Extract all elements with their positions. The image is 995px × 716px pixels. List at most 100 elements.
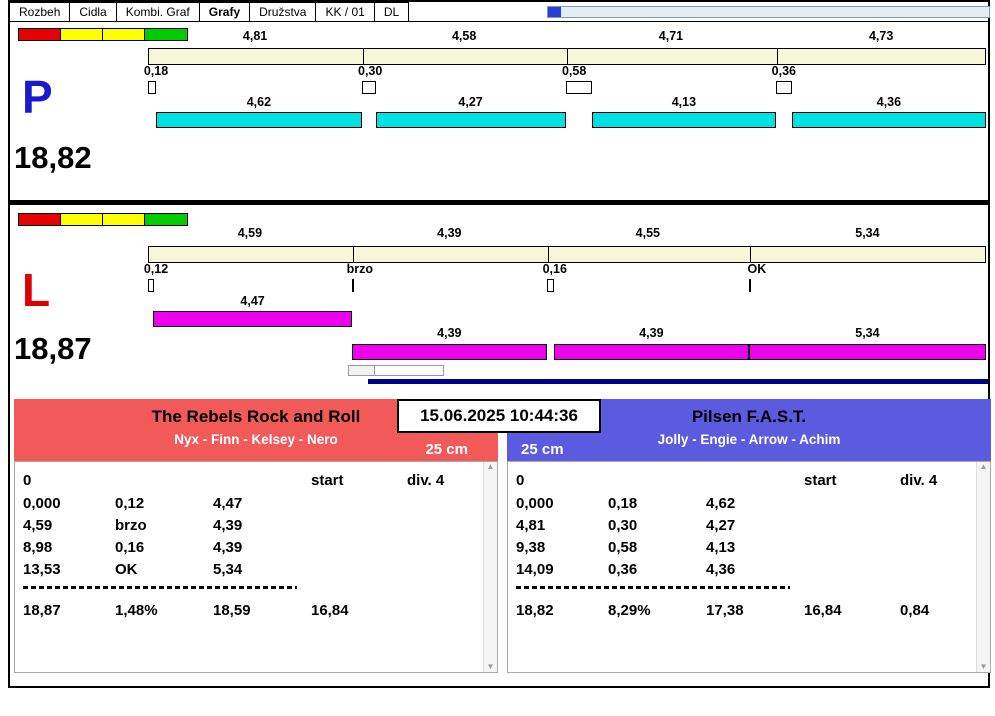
table-cell: 8,98 — [23, 539, 53, 556]
scroll-down-icon[interactable]: ▼ — [980, 663, 988, 671]
dog-time-label: 4,36 — [876, 95, 902, 109]
split-time-label: 4,71 — [658, 29, 684, 43]
split-divider — [352, 247, 354, 262]
separator-line — [23, 586, 297, 589]
total-time: 18,87 — [14, 331, 92, 366]
change-time-label: 0,58 — [561, 64, 587, 78]
mini-scrollbar-thumb[interactable] — [349, 366, 375, 375]
table-cell: 4,81 — [516, 517, 546, 534]
total-cell: 17,38 — [706, 602, 744, 619]
table-cell: OK — [115, 561, 138, 578]
total-cell: 1,48% — [115, 602, 158, 619]
table-cell: 4,59 — [23, 517, 53, 534]
change-box — [362, 81, 376, 94]
change-time-label: brzo — [346, 262, 374, 276]
dog-time-label: 4,13 — [671, 95, 697, 109]
start-row-cell: 0 — [23, 472, 32, 489]
dog-time-label: 4,39 — [437, 326, 462, 340]
table-cell: 0,16 — [115, 539, 145, 556]
dog-time-bar — [553, 344, 749, 360]
change-box — [775, 81, 792, 94]
dog-time-label: 5,34 — [855, 326, 880, 340]
tab-kk-01[interactable]: KK / 01 — [315, 2, 375, 21]
total-cell: 8,29% — [608, 602, 651, 619]
scroll-up-icon[interactable]: ▲ — [980, 463, 988, 471]
dog-time-bar — [153, 311, 352, 327]
table-scrollbar[interactable]: ▲ ▼ — [483, 462, 497, 672]
split-time-label: 4,39 — [437, 226, 462, 240]
status-light — [19, 214, 61, 225]
tab-cidla[interactable]: Cidla — [69, 2, 117, 21]
change-time-label: 0,12 — [143, 262, 169, 276]
lane-letter: P — [22, 71, 53, 123]
table-content: 0 start div. 4 0,000 0,18 4,62 4,81 0,30 4,27 9,3… — [508, 462, 976, 672]
dog-time-label: 4,39 — [639, 326, 664, 340]
table-cell: 0,58 — [608, 539, 638, 556]
start-label: start — [804, 472, 837, 489]
scroll-down-icon[interactable]: ▼ — [487, 663, 495, 671]
dog-time-bar — [156, 112, 362, 128]
table-cell: 9,38 — [516, 539, 546, 556]
table-cell: 4,36 — [706, 561, 736, 578]
change-tick — [748, 279, 751, 292]
run-panel-P: P 18,82 4,81 0,18 4,62 4,58 0,30 4,27 4,71 0,58 4,… — [10, 22, 988, 200]
split-divider — [547, 247, 549, 262]
division-label: div. 4 — [900, 472, 938, 489]
app-window: Rozbeh Cidla Kombi. Graf Grafy Družstva KK / … — [8, 0, 991, 688]
dog-time-bar — [748, 344, 986, 360]
tab-dl[interactable]: DL — [373, 2, 410, 21]
split-divider — [567, 49, 569, 64]
dog-time-bar — [375, 112, 566, 128]
datetime-box: 15.06.2025 10:44:36 — [397, 399, 601, 433]
scroll-up-icon[interactable]: ▲ — [487, 463, 495, 471]
start-row-cell: 0 — [516, 472, 525, 489]
table-cell: 0,18 — [608, 495, 638, 512]
table-cell: 4,39 — [213, 517, 243, 534]
tab-rozbeh[interactable]: Rozbeh — [9, 2, 71, 21]
status-lights — [18, 28, 188, 41]
total-cell: 18,59 — [213, 602, 251, 619]
status-light — [145, 214, 187, 225]
table-cell: 0,12 — [115, 495, 145, 512]
tab-kombi-graf[interactable]: Kombi. Graf — [115, 2, 200, 21]
tab-dru-stva[interactable]: Družstva — [249, 2, 317, 21]
dog-time-label: 4,62 — [246, 95, 272, 109]
total-time: 18,82 — [14, 140, 92, 175]
table-cell: 5,34 — [213, 561, 243, 578]
status-light — [103, 214, 145, 225]
team-members: Jolly - Engie - Arrow - Achim — [657, 432, 841, 447]
change-time-label: 0,18 — [143, 64, 169, 78]
table-cell: 4,47 — [213, 495, 243, 512]
total-cell: 18,82 — [516, 602, 554, 619]
split-time-label: 4,55 — [635, 226, 660, 240]
table-cell: 13,53 — [23, 561, 61, 578]
total-cell: 16,84 — [804, 602, 842, 619]
split-divider — [363, 49, 365, 64]
status-light — [61, 214, 103, 225]
split-time-label: 5,34 — [855, 226, 880, 240]
split-bar — [148, 48, 986, 65]
table-scrollbar[interactable]: ▲ ▼ — [976, 462, 990, 672]
division-label: div. 4 — [407, 472, 445, 489]
table-cell: 4,13 — [706, 539, 736, 556]
table-cell: 0,000 — [516, 495, 554, 512]
top-scrollbar[interactable] — [547, 6, 990, 18]
change-time-label: 0,36 — [771, 64, 796, 78]
total-cell: 18,87 — [23, 602, 61, 619]
table-cell: 0,30 — [608, 517, 638, 534]
team-results-table: 0 start div. 4 0,000 0,18 4,62 4,81 0,30 4,27 9,3… — [507, 461, 991, 673]
run-panel-L: L 18,87 4,59 0,12 4,47 4,39 brzo 4,39 4,55 0,16 4,… — [10, 205, 988, 393]
status-light — [145, 29, 187, 40]
total-cell: 0,84 — [900, 602, 930, 619]
mini-scrollbar[interactable] — [348, 365, 444, 376]
total-cell: 16,84 — [311, 602, 349, 619]
split-time-label: 4,58 — [451, 29, 477, 43]
tab-grafy[interactable]: Grafy — [198, 2, 251, 21]
table-content: 0 start div. 4 0,000 0,12 4,47 4,59 brzo 4,39 8,9… — [15, 462, 483, 672]
dog-time-bar — [791, 112, 986, 128]
start-label: start — [311, 472, 344, 489]
change-time-label: OK — [747, 262, 767, 276]
table-cell: 0,36 — [608, 561, 638, 578]
table-cell: 4,62 — [706, 495, 736, 512]
top-scrollbar-thumb[interactable] — [548, 7, 561, 17]
